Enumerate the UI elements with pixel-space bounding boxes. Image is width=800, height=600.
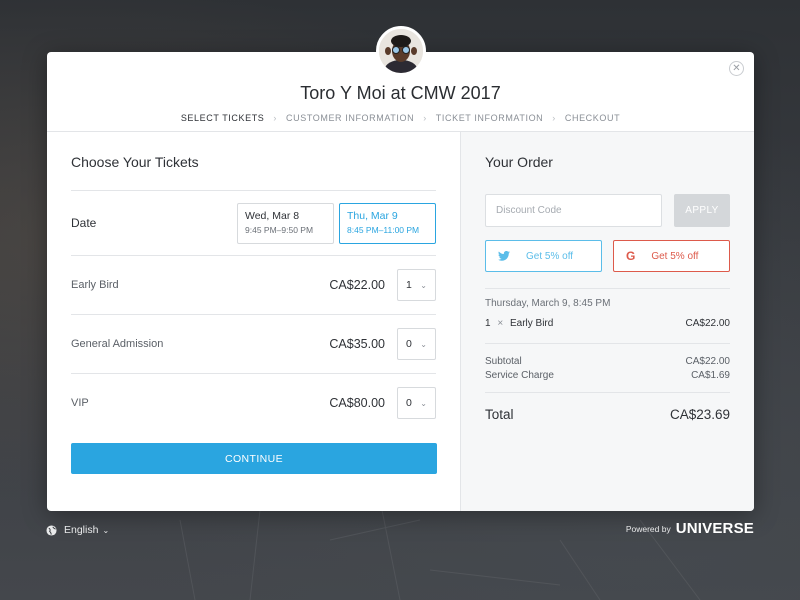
artist-photo: [379, 29, 423, 73]
checkout-steps: SELECT TICKETS › CUSTOMER INFORMATION › …: [47, 113, 754, 123]
language-label: English: [64, 524, 99, 536]
continue-button[interactable]: CONTINUE: [71, 443, 437, 474]
order-item-name: Early Bird: [509, 318, 554, 329]
step-select-tickets: SELECT TICKETS: [180, 113, 265, 123]
ticket-name: VIP: [71, 397, 89, 409]
chevron-right-icon: ›: [423, 113, 427, 123]
twitter-icon: [498, 251, 510, 261]
google-icon: G: [626, 249, 636, 263]
chevron-right-icon: ›: [552, 113, 556, 123]
service-charge-line: Service Charge CA$1.69: [485, 370, 730, 381]
close-button[interactable]: ✕: [729, 61, 744, 76]
chevron-down-icon: ⌄: [420, 398, 427, 408]
date-time: 9:45 PM–9:50 PM: [245, 224, 314, 235]
tickets-title: Choose Your Tickets: [71, 154, 199, 170]
chevron-down-icon: ⌄: [420, 339, 427, 349]
order-items: Thursday, March 9, 8:45 PM 1 × Early Bir…: [485, 288, 730, 329]
powered-by: Powered by UNIVERSE: [626, 520, 754, 537]
step-ticket-information: TICKET INFORMATION: [435, 113, 544, 123]
date-time: 8:45 PM–11:00 PM: [347, 224, 420, 235]
order-item-price: CA$22.00: [685, 318, 730, 329]
date-row: Date Wed, Mar 8 9:45 PM–9:50 PM Thu, Mar…: [71, 191, 436, 255]
ticket-row-general-admission: General Admission CA$35.00 0 ⌄: [71, 314, 436, 373]
total-value: CA$23.69: [669, 407, 730, 422]
order-summary: Subtotal CA$22.00 Service Charge CA$1.69: [485, 343, 730, 381]
chevron-down-icon: ⌄: [102, 525, 110, 535]
twitter-discount-label: Get 5% off: [526, 250, 574, 262]
twitter-discount-button[interactable]: Get 5% off: [485, 240, 602, 272]
ticket-row-vip: VIP CA$80.00 0 ⌄: [71, 373, 436, 432]
total-label: Total: [485, 407, 514, 422]
order-item-desc: 1 × Early Bird: [485, 318, 553, 329]
language-selector[interactable]: English ⌄: [46, 524, 109, 536]
discount-code-input[interactable]: [485, 194, 662, 227]
step-customer-information: CUSTOMER INFORMATION: [286, 113, 415, 123]
order-panel: Your Order APPLY Get 5% off G Get 5% off…: [460, 132, 754, 511]
tickets-panel: Choose Your Tickets Date Wed, Mar 8 9:45…: [47, 132, 460, 511]
date-option-thu[interactable]: Thu, Mar 9 8:45 PM–11:00 PM: [339, 202, 436, 244]
quantity-value: 0: [406, 397, 412, 409]
order-line-item: 1 × Early Bird CA$22.00: [485, 318, 730, 329]
chevron-down-icon: ⌄: [420, 280, 427, 290]
google-discount-label: Get 5% off: [651, 250, 699, 262]
chevron-right-icon: ›: [273, 113, 278, 123]
quantity-select[interactable]: 0 ⌄: [397, 387, 436, 419]
service-charge-value: CA$1.69: [691, 370, 730, 381]
order-item-times: ×: [497, 318, 504, 329]
order-date: Thursday, March 9, 8:45 PM: [485, 298, 611, 309]
discount-row: APPLY: [485, 194, 730, 227]
quantity-value: 0: [406, 338, 412, 350]
step-checkout: CHECKOUT: [564, 113, 621, 123]
ticket-name: Early Bird: [71, 279, 119, 291]
ticket-price: CA$22.00: [329, 278, 385, 292]
universe-logo: UNIVERSE: [675, 520, 754, 537]
quantity-value: 1: [406, 279, 412, 291]
globe-icon: [46, 524, 57, 536]
total-line: Total CA$23.69: [485, 392, 730, 422]
ticket-name: General Admission: [71, 338, 164, 350]
ticket-row-early-bird: Early Bird CA$22.00 1 ⌄: [71, 255, 436, 314]
checkout-modal: ✕ Toro Y Moi at CMW 2017 SELECT TICKETS …: [47, 52, 754, 511]
service-charge-label: Service Charge: [485, 370, 554, 381]
google-discount-button[interactable]: G Get 5% off: [613, 240, 730, 272]
ticket-price: CA$35.00: [329, 337, 385, 351]
background-map: [179, 500, 701, 600]
apply-button[interactable]: APPLY: [674, 194, 730, 227]
subtotal-label: Subtotal: [485, 356, 522, 367]
date-day: Thu, Mar 9: [347, 209, 398, 222]
powered-by-label: Powered by: [625, 523, 671, 534]
quantity-select[interactable]: 1 ⌄: [397, 269, 436, 301]
date-label: Date: [71, 216, 97, 230]
quantity-select[interactable]: 0 ⌄: [397, 328, 436, 360]
social-discount-row: Get 5% off G Get 5% off: [485, 240, 730, 272]
date-day: Wed, Mar 8: [245, 209, 300, 222]
subtotal-line: Subtotal CA$22.00: [485, 356, 730, 367]
subtotal-value: CA$22.00: [685, 356, 730, 367]
order-title: Your Order: [485, 154, 553, 170]
artist-avatar: [376, 26, 426, 76]
date-option-wed[interactable]: Wed, Mar 8 9:45 PM–9:50 PM: [237, 202, 334, 244]
ticket-price: CA$80.00: [329, 396, 385, 410]
order-item-qty: 1: [485, 318, 491, 329]
